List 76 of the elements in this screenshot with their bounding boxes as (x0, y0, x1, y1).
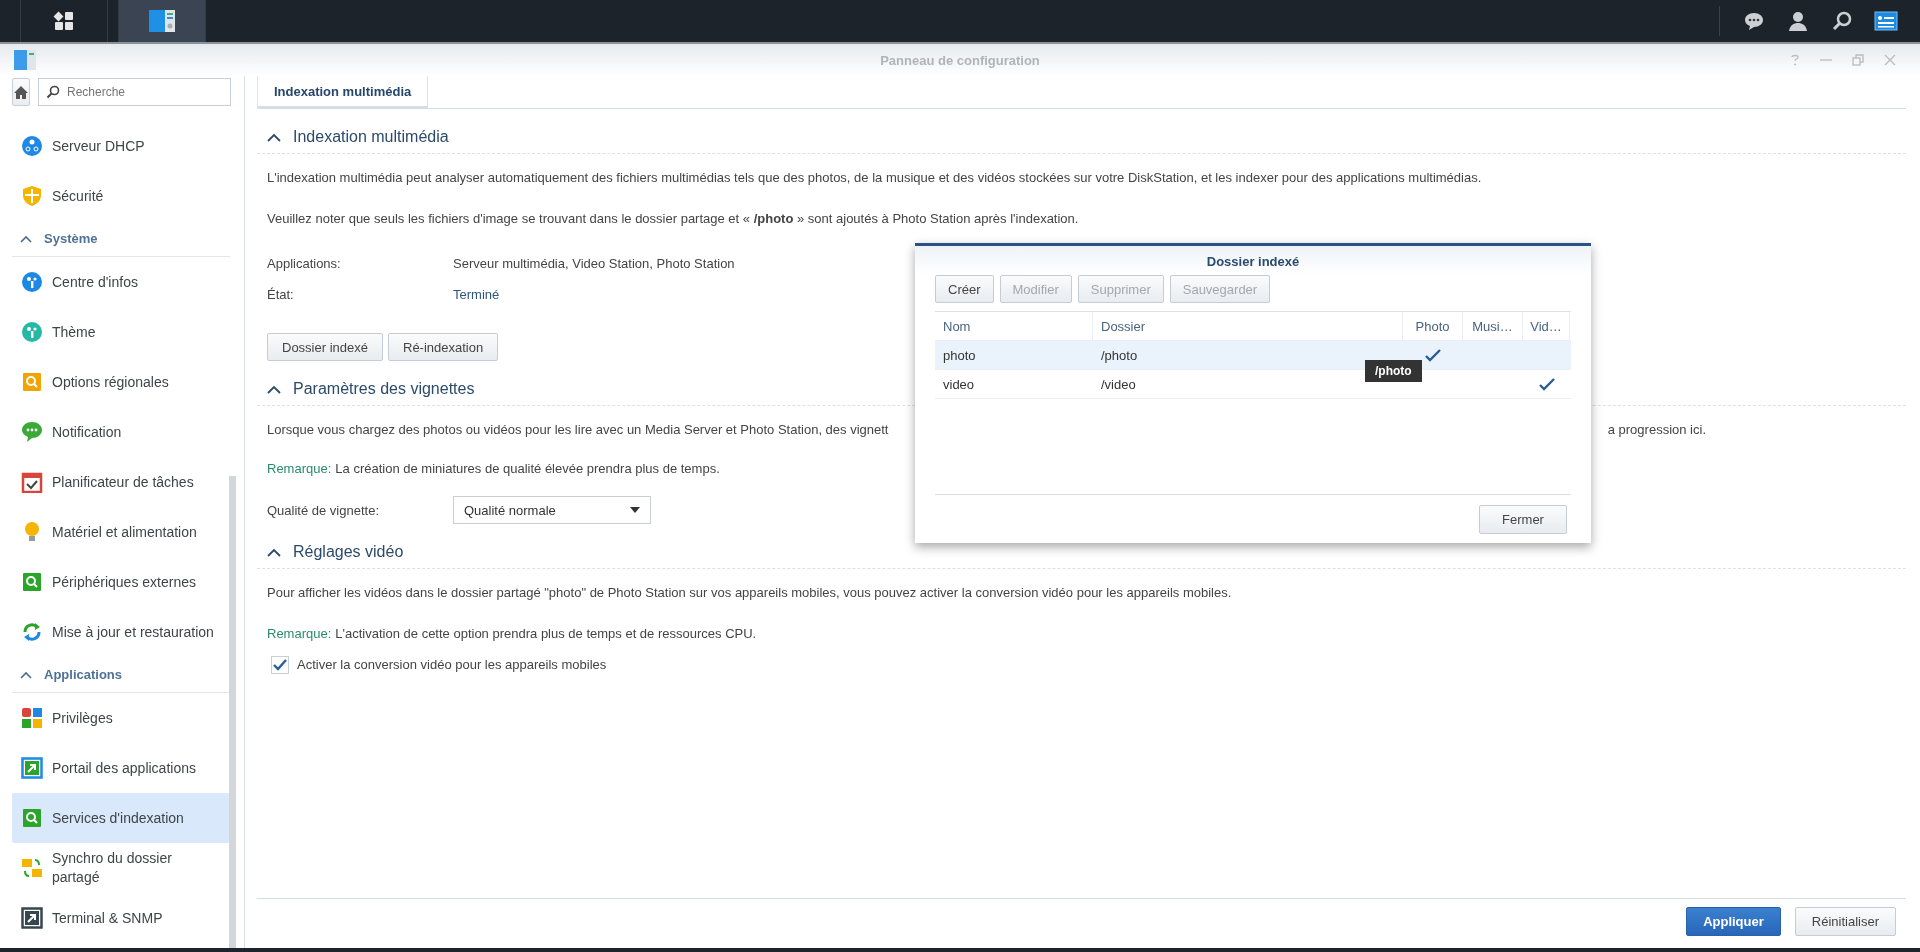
search-icon (46, 85, 60, 99)
chevron-up-icon (267, 384, 281, 394)
sidebar-item[interactable]: Centre d'infos (12, 257, 230, 307)
arrow-window-icon (21, 757, 43, 779)
action-button[interactable]: Dossier indexé (267, 333, 383, 361)
note-label: Remarque: (267, 461, 332, 476)
column-header[interactable]: Nom (935, 312, 1093, 340)
chevron-up-icon (20, 234, 32, 243)
caret-icon (630, 507, 640, 513)
chevron-up-icon (20, 670, 32, 679)
paragraph: Pour afficher les vidéos dans le dossier partagé "photo" de Photo Station sur vos appareils mobiles, vous pouvez activer la conversion vidéo pour les appareils mobiles. (267, 585, 1233, 601)
note-text: La création de miniatures de qualité élevée prendra plus de temps. (335, 461, 720, 476)
column-header[interactable]: Dossier (1093, 312, 1403, 340)
note-text: L'activation de cette option prendra plus de temps et de ressources CPU. (335, 626, 757, 641)
chat-bubble-icon (21, 421, 43, 443)
section-header[interactable]: Indexation multimédia (257, 121, 1906, 154)
search-field[interactable]: Recherche (38, 78, 231, 106)
control-panel-icon[interactable] (118, 0, 206, 42)
network-icon (21, 135, 43, 157)
field-label: Applications: (267, 256, 342, 271)
reset-button[interactable]: Réinitialiser (1794, 907, 1896, 936)
sidebar-group-header[interactable]: Système (12, 221, 230, 257)
sidebar-item[interactable]: Mise à jour et restauration (12, 607, 230, 657)
column-header[interactable]: Musi… (1463, 312, 1523, 340)
paragraph: Veuillez noter que seuls les fichiers d'image se trouvant dans le dossier partage et « /photo » sont ajoutés à Photo Station après l'indexation. (267, 211, 1080, 227)
paragraph: L'indexation multimédia peut analyser automatiquement des fichiers multimédias tels que des photos, de la musique et des vidéos stockées sur votre DiskStation, et les indexer pour des applications multimédias. (267, 170, 1483, 186)
dialog-title: Dossier indexé (915, 246, 1591, 275)
action-button[interactable]: Ré-indexation (388, 333, 499, 361)
window-title: Panneau de configuration (880, 52, 1040, 68)
chevron-up-icon (267, 132, 281, 142)
sidebar-item[interactable]: Matériel et alimentation (12, 507, 230, 557)
sidebar-item[interactable]: Serveur DHCP (12, 121, 230, 171)
table-cell-text: video (942, 376, 976, 392)
sidebar-item[interactable]: Options régionales (12, 357, 230, 407)
tab[interactable]: Indexation multimédia (257, 76, 429, 108)
close-button[interactable]: Fermer (1479, 504, 1567, 534)
table-cell-text: /photo (1100, 347, 1139, 363)
sidebar-item[interactable]: Notification (12, 407, 230, 457)
folders-sync-icon (21, 857, 43, 879)
sidebar-item[interactable]: Portail des applications (12, 743, 230, 793)
sidebar-item[interactable]: Sécurité (12, 171, 230, 221)
scrollbar[interactable] (229, 476, 236, 948)
field-value: Terminé (453, 287, 500, 302)
quality-dropdown[interactable]: Qualité normale (453, 496, 651, 524)
paragraph: Lorsque vous chargez des photos ou vidéos pour les lire avec un Media Server et Photo Station, des vignett (267, 422, 889, 438)
sidebar-item[interactable]: Planificateur de tâches (12, 457, 230, 507)
field-label: État: (267, 287, 295, 302)
chevron-up-icon (267, 547, 281, 557)
checkbox-label: Activer la conversion vidéo pour les appareils mobiles (297, 657, 607, 673)
field-label: Qualité de vignette: (267, 502, 381, 518)
refresh-icon (21, 621, 43, 643)
squares-icon (21, 707, 43, 729)
table-cell-text: photo (942, 347, 977, 363)
sidebar-item[interactable]: Périphériques externes (12, 557, 230, 607)
shield-icon (21, 185, 43, 207)
sidebar-item[interactable]: Privilèges (12, 693, 230, 743)
column-header[interactable]: Vid… (1523, 312, 1570, 340)
sidebar-item[interactable]: Synchro du dossier partagé (12, 843, 230, 893)
sidebar-item[interactable]: Services d'indexation (12, 793, 230, 843)
calendar-icon (21, 471, 43, 493)
sidebar-item[interactable]: Terminal & SNMP (12, 893, 230, 943)
table-cell-text: /video (1100, 376, 1137, 392)
paragraph: a progression ici. (1607, 422, 1706, 438)
apply-button[interactable]: Appliquer (1686, 907, 1781, 936)
home-button[interactable] (12, 78, 30, 106)
toolbar-button[interactable]: Créer (935, 275, 994, 303)
app-grid-icon[interactable] (20, 0, 108, 42)
tooltip: /photo (1365, 360, 1422, 382)
checkbox[interactable] (271, 656, 289, 674)
column-header[interactable]: Photo (1403, 312, 1463, 340)
field-value: Serveur multimédia, Video Station, Photo Station (453, 256, 735, 271)
search-document-icon (21, 807, 43, 829)
sidebar-item[interactable]: Thème (12, 307, 230, 357)
home-icon (13, 84, 29, 100)
note-label: Remarque: (267, 626, 332, 641)
control-panel-icon (14, 50, 36, 70)
